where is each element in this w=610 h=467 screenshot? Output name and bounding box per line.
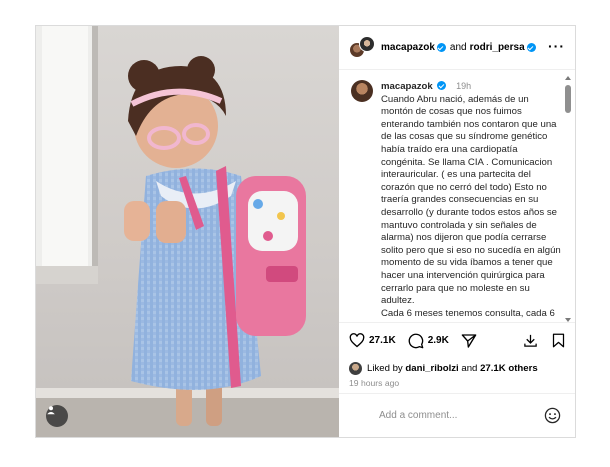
post-header: macapazok and rodri_persa ··· bbox=[339, 26, 575, 70]
verified-badge-icon bbox=[437, 81, 447, 90]
scroll-down-arrow[interactable] bbox=[565, 318, 571, 322]
comment-input[interactable]: Add a comment... bbox=[379, 410, 457, 421]
bookmark-icon[interactable] bbox=[552, 333, 565, 348]
like-count: 27.1K bbox=[369, 335, 396, 346]
avatar[interactable] bbox=[359, 35, 375, 52]
avatar[interactable] bbox=[351, 80, 373, 102]
verified-badge-icon bbox=[526, 43, 536, 52]
caption-scrollbar[interactable] bbox=[564, 76, 572, 322]
author-avatars[interactable] bbox=[349, 35, 375, 60]
liked-by-row: Liked by dani_ribolzi and 27.1K others bbox=[339, 358, 575, 378]
caption-username[interactable]: macapazok bbox=[381, 81, 433, 92]
scroll-up-arrow[interactable] bbox=[565, 76, 571, 80]
heart-icon[interactable] bbox=[349, 333, 365, 348]
more-options-icon[interactable]: ··· bbox=[548, 39, 565, 57]
post-photo-illustration bbox=[36, 26, 339, 437]
caption-area[interactable]: macapazok 19h Cuando Abru nació, además … bbox=[339, 70, 575, 322]
post-side-panel: macapazok and rodri_persa ··· macapazok … bbox=[339, 26, 575, 437]
user-tag-icon[interactable] bbox=[46, 405, 68, 427]
action-bar: 27.1K 2.9K bbox=[339, 322, 575, 358]
emoji-icon[interactable] bbox=[544, 407, 561, 424]
post-modal: macapazok and rodri_persa ··· macapazok … bbox=[35, 25, 576, 438]
caption-text: Cuando Abru nació, además de un montón d… bbox=[381, 93, 561, 319]
liked-by-others[interactable]: 27.1K others bbox=[480, 363, 538, 374]
coauthor-username[interactable]: rodri_persa bbox=[470, 42, 525, 53]
comment-box: Add a comment... bbox=[339, 393, 575, 437]
post-time-ago[interactable]: 19 hours ago bbox=[339, 378, 575, 394]
comment-count: 2.9K bbox=[427, 335, 449, 346]
avatar[interactable] bbox=[349, 361, 362, 375]
and-label: and bbox=[449, 42, 467, 53]
liked-by-user[interactable]: dani_ribolzi bbox=[405, 363, 458, 374]
verified-badge-icon bbox=[436, 43, 446, 52]
share-icon[interactable] bbox=[461, 333, 477, 349]
liked-by-and: and bbox=[461, 362, 478, 374]
liked-by-prefix: Liked by bbox=[367, 362, 403, 374]
like-action[interactable]: 27.1K bbox=[349, 333, 396, 348]
author-username[interactable]: macapazok bbox=[381, 42, 435, 53]
comment-action[interactable]: 2.9K bbox=[408, 333, 449, 349]
scroll-thumb[interactable] bbox=[565, 85, 571, 113]
caption-time: 19h bbox=[456, 81, 472, 91]
comment-icon[interactable] bbox=[408, 333, 424, 349]
share-action[interactable] bbox=[461, 333, 481, 349]
download-icon[interactable] bbox=[523, 333, 538, 348]
post-photo[interactable] bbox=[36, 26, 339, 437]
